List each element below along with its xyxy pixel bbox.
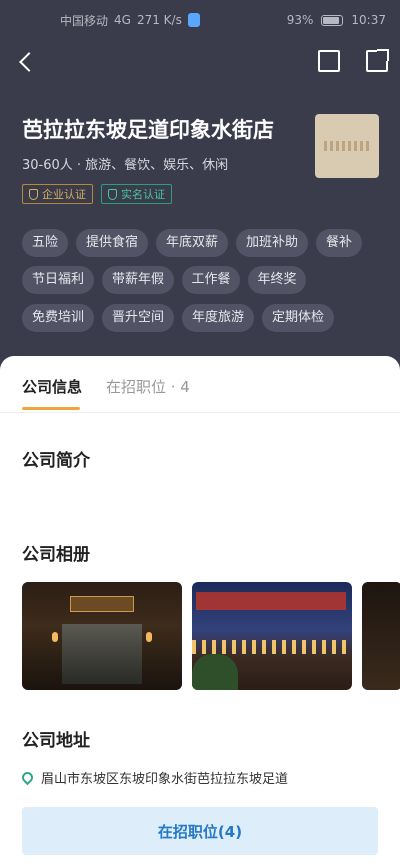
divider xyxy=(0,412,400,413)
battery-icon xyxy=(321,14,344,26)
benefit-tag: 带薪年假 xyxy=(102,266,174,294)
speed-label: 271 K/s xyxy=(136,13,182,27)
open-jobs-button[interactable]: 在招职位(4) xyxy=(22,807,378,855)
active-tab-indicator xyxy=(22,407,80,410)
benefit-tag: 节日福利 xyxy=(22,266,94,294)
benefit-tag: 年度旅游 xyxy=(182,304,254,332)
company-header: 中国移动 4G 271 K/s 93% 10:37 芭拉拉东坡足道印象水街店 3… xyxy=(0,0,400,400)
address-text: 眉山市东坡区东坡印象水街芭拉拉东坡足道 xyxy=(41,772,289,787)
album-photo[interactable] xyxy=(192,582,352,690)
benefit-tag: 年底双薪 xyxy=(156,229,228,257)
album-title: 公司相册 xyxy=(22,545,90,565)
benefit-tag: 晋升空间 xyxy=(102,304,174,332)
benefit-tag: 加班补助 xyxy=(236,229,308,257)
benefit-tag: 工作餐 xyxy=(182,266,240,294)
benefit-tag: 定期体检 xyxy=(262,304,334,332)
company-address[interactable]: 眉山市东坡区东坡印象水街芭拉拉东坡足道 xyxy=(19,768,289,787)
intro-title: 公司简介 xyxy=(22,451,90,471)
top-nav xyxy=(0,44,400,80)
company-logo xyxy=(315,114,379,178)
company-name: 芭拉拉东坡足道印象水街店 xyxy=(22,118,274,142)
bookmark-icon[interactable] xyxy=(318,50,340,72)
back-icon[interactable] xyxy=(12,48,40,76)
benefit-tag: 免费培训 xyxy=(22,304,94,332)
location-pin-icon xyxy=(19,769,36,786)
network-label: 4G xyxy=(114,13,131,27)
share-icon[interactable] xyxy=(366,49,389,72)
status-bar: 中国移动 4G 271 K/s 93% 10:37 xyxy=(0,0,400,40)
benefit-tag: 提供食宿 xyxy=(76,229,148,257)
content-sheet: 公司信息 在招职位 · 4 公司简介 公司相册 公司地址 眉山市东坡区东坡印象水… xyxy=(0,356,400,866)
cert-badges: 企业认证 实名认证 xyxy=(22,184,172,204)
benefit-tag: 年终奖 xyxy=(248,266,306,294)
album-photo[interactable] xyxy=(22,582,182,690)
benefit-tag: 五险 xyxy=(22,229,68,257)
shield-check-icon xyxy=(108,188,117,200)
clock: 10:37 xyxy=(351,13,386,27)
battery-percent: 93% xyxy=(286,13,314,27)
carrier-label: 中国移动 xyxy=(60,13,109,28)
company-meta: 30-60人 · 旅游、餐饮、娱乐、休闲 xyxy=(22,158,229,173)
tab-company-info[interactable]: 公司信息 xyxy=(22,376,82,397)
shield-icon xyxy=(187,13,200,27)
benefit-tag: 餐补 xyxy=(316,229,362,257)
realname-cert-badge: 实名认证 xyxy=(101,184,172,204)
tab-open-jobs[interactable]: 在招职位 · 4 xyxy=(106,376,190,397)
album-photo[interactable] xyxy=(362,582,400,690)
address-title: 公司地址 xyxy=(22,731,90,751)
shield-check-icon xyxy=(29,188,38,200)
enterprise-cert-badge: 企业认证 xyxy=(22,184,93,204)
